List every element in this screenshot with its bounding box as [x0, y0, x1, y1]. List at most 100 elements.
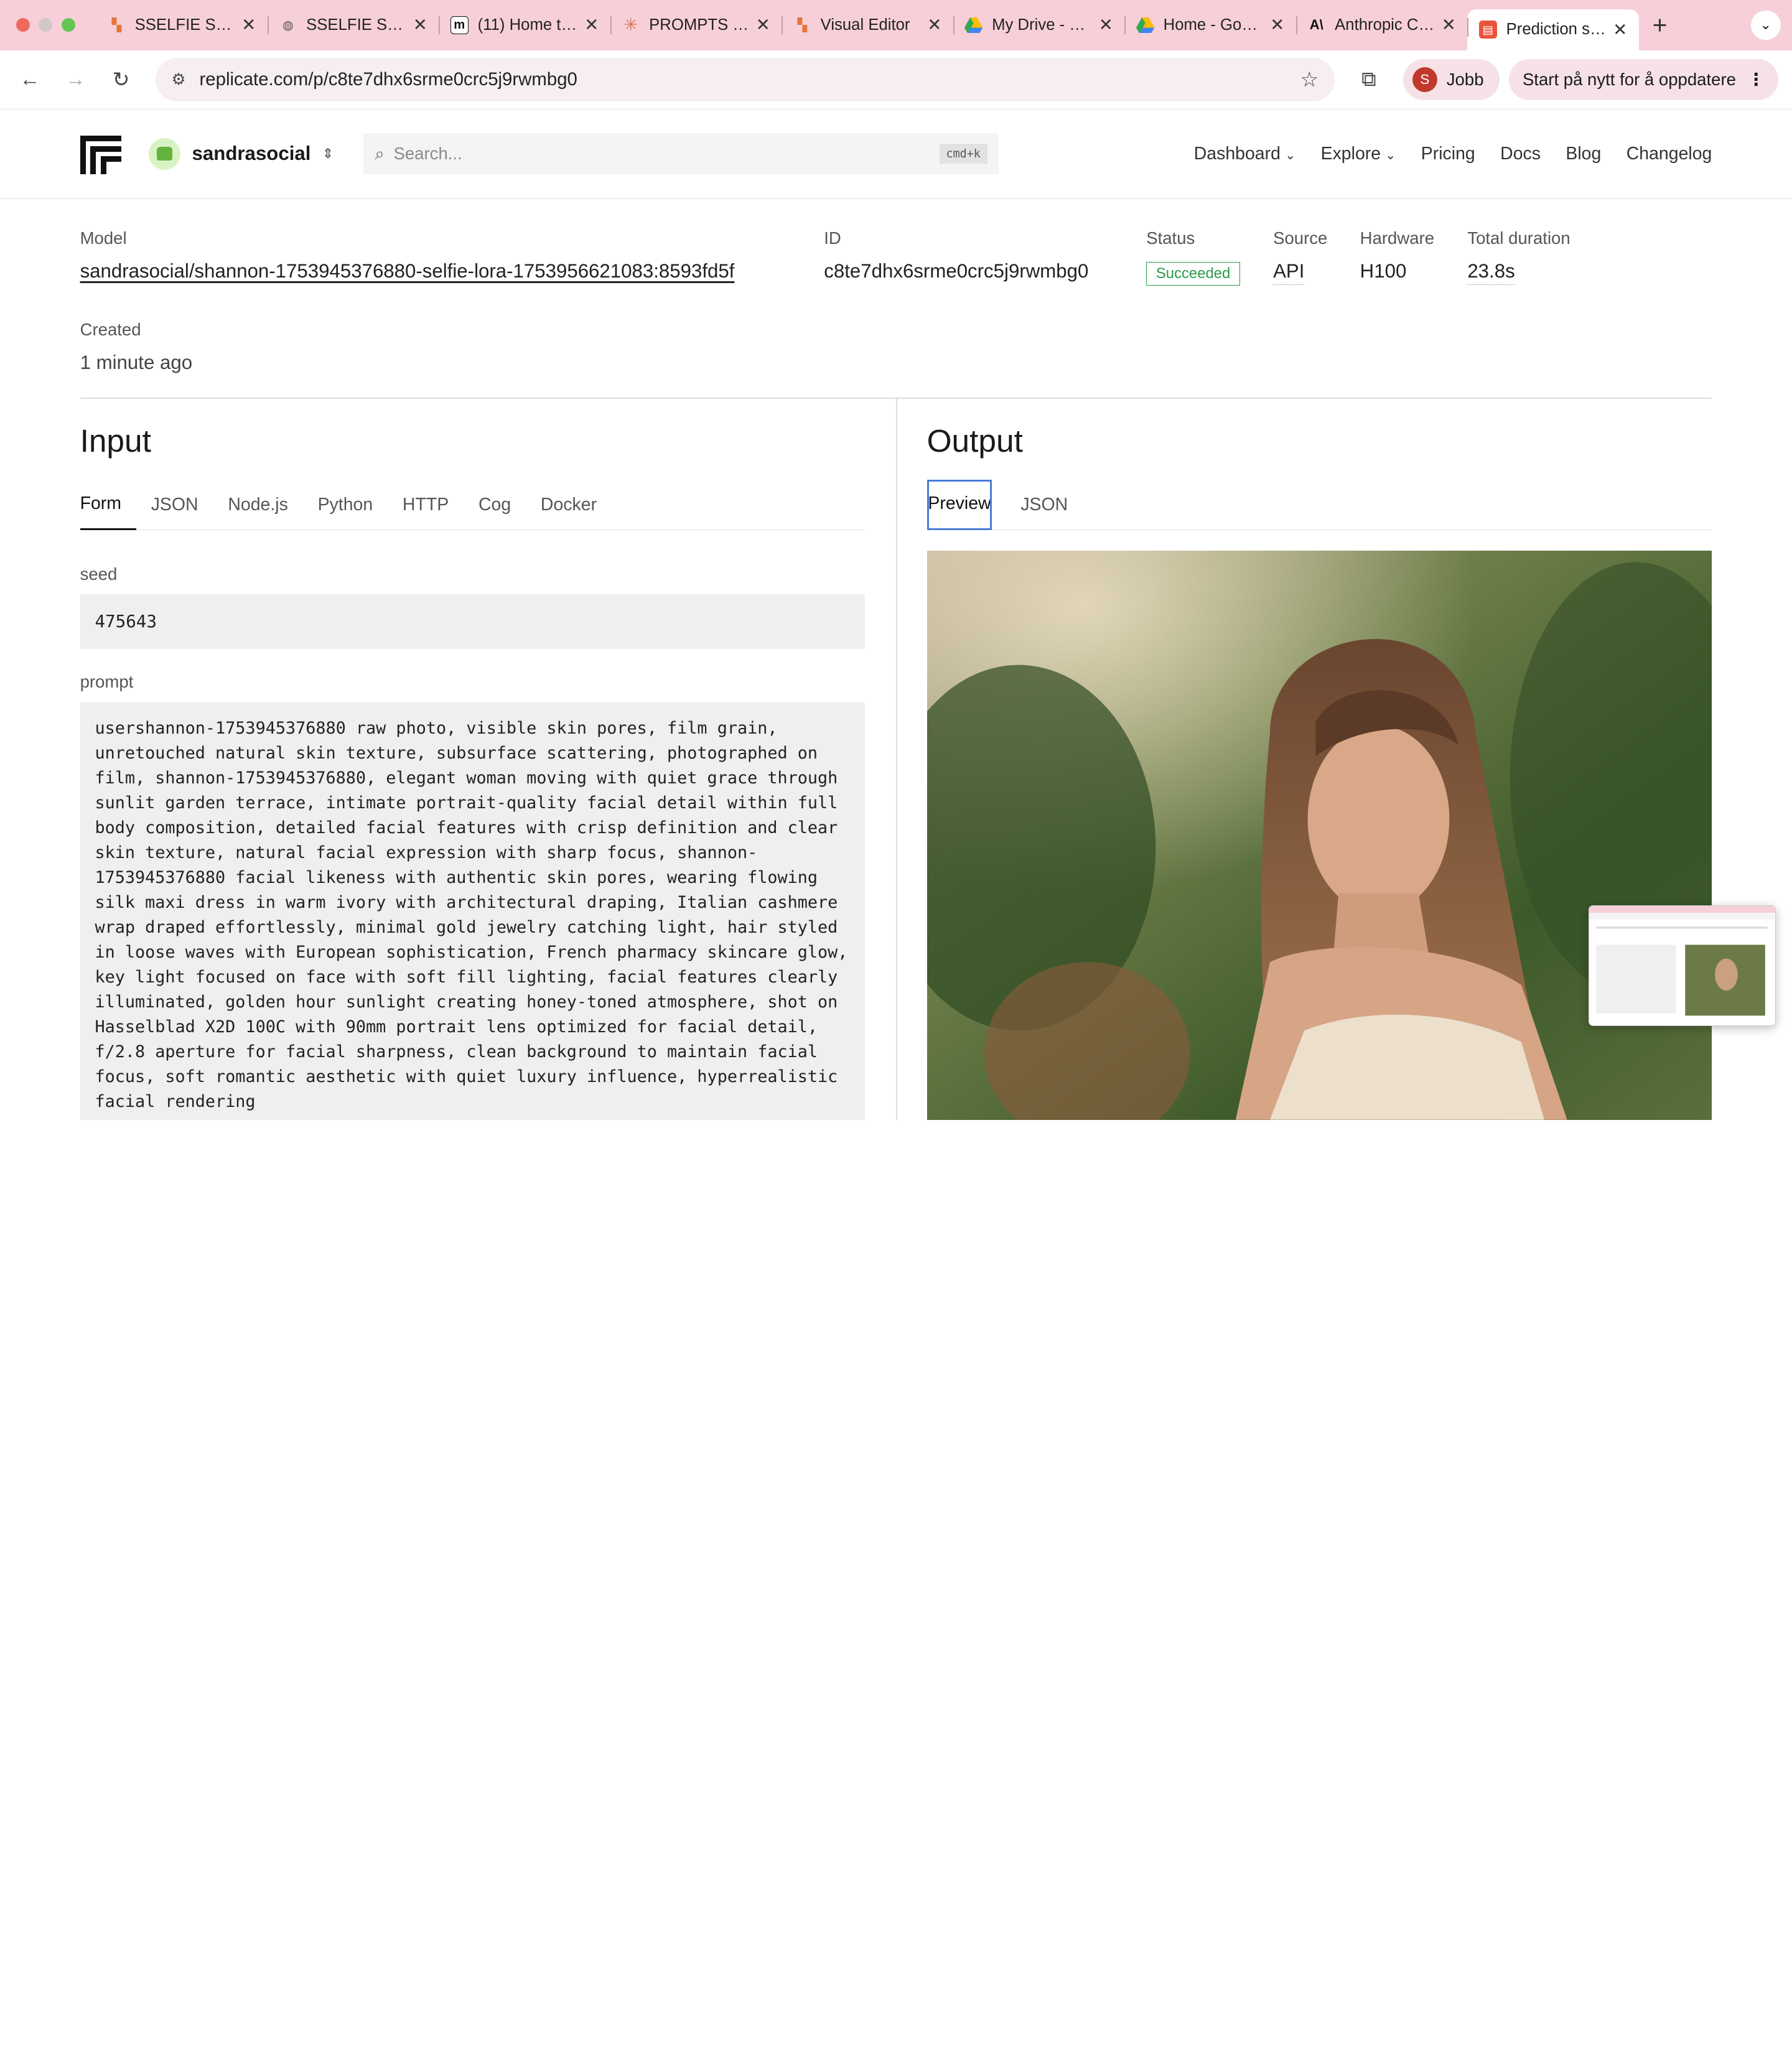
nav-explore[interactable]: Explore ⌄ [1321, 144, 1396, 164]
output-image[interactable] [926, 551, 1712, 1120]
prompt-field[interactable]: usershannon-1753945376880 raw photo, vis… [80, 702, 866, 1120]
nav-blog[interactable]: Blog [1566, 144, 1601, 164]
nav-label: Dashboard [1193, 143, 1281, 164]
nav-docs[interactable]: Docs [1500, 144, 1541, 164]
hardware-value: H100 [1360, 259, 1407, 282]
account-avatar [148, 138, 181, 170]
replicate-logo-icon[interactable] [80, 133, 121, 175]
minimize-window-button[interactable] [39, 18, 53, 32]
nav-dashboard[interactable]: Dashboard ⌄ [1194, 144, 1295, 164]
source-field: Source API [1273, 228, 1328, 286]
m-favicon-icon: m [450, 16, 469, 35]
source-label: Source [1273, 228, 1328, 248]
prediction-id: c8te7dhx6srme0crc5j9rwmbg0 [824, 259, 1089, 282]
browser-tab[interactable]: My Drive - Google ✕ [953, 7, 1125, 44]
screenshot-preview-thumbnail[interactable] [1589, 905, 1776, 1027]
status-badge: Succeeded [1146, 262, 1240, 286]
reload-icon[interactable]: ↻ [105, 67, 137, 92]
profile-button[interactable]: S Jobb [1403, 59, 1500, 101]
nav-changelog[interactable]: Changelog [1626, 144, 1712, 164]
tab-label: (11) Home task [477, 16, 578, 34]
maximize-window-button[interactable] [62, 18, 76, 32]
browser-tab-active[interactable]: ▤ Prediction status ✕ [1467, 9, 1639, 50]
created-label: Created [80, 320, 141, 340]
close-icon[interactable]: ✕ [1270, 15, 1284, 35]
input-panel: Input Form JSON Node.js Python HTTP Cog … [80, 399, 866, 1120]
search-placeholder: Search... [393, 144, 462, 164]
tab-json[interactable]: JSON [136, 480, 213, 530]
chevron-down-icon[interactable]: ⌄ [1750, 10, 1781, 40]
browser-toolbar: ← → ↻ ⚙ replicate.com/p/c8te7dhx6srme0cr… [0, 50, 1792, 110]
address-bar[interactable]: ⚙ replicate.com/p/c8te7dhx6srme0crc5j9rw… [155, 58, 1335, 101]
close-icon[interactable]: ✕ [241, 15, 256, 35]
browser-tab[interactable]: ▚ Visual Editor ✕ [782, 7, 953, 44]
replicate-favicon-icon: ▤ [1478, 21, 1497, 39]
tab-docker[interactable]: Docker [526, 480, 612, 530]
claude-favicon-icon: ✳ [623, 15, 638, 35]
site-settings-icon[interactable]: ⚙ [171, 70, 185, 89]
account-name: sandrasocial [192, 142, 311, 165]
close-icon[interactable]: ✕ [413, 15, 427, 35]
close-window-button[interactable] [16, 18, 30, 32]
search-input[interactable]: ⌕ Search... cmd+k [363, 133, 999, 175]
browser-tab[interactable]: Home - Google ✕ [1124, 7, 1296, 44]
tab-nodejs[interactable]: Node.js [213, 480, 302, 530]
browser-tab[interactable]: A\ Anthropic Console ✕ [1295, 7, 1468, 44]
close-icon[interactable]: ✕ [756, 15, 770, 35]
avatar: S [1412, 67, 1438, 93]
tab-label: My Drive - Google [992, 16, 1092, 34]
tab-preview[interactable]: Preview [926, 480, 992, 530]
model-field: Model sandrasocial/shannon-1753945376880… [80, 228, 735, 282]
browser-window: ▚ SSELFIE STUDIO ✕ ◍ SSELFIE Studio ✕ m … [0, 0, 1792, 1120]
tab-label: SSELFIE Studio [306, 16, 406, 34]
restart-label: Start på nytt for å oppdatere [1522, 70, 1736, 90]
created-value: 1 minute ago [80, 351, 193, 373]
window-controls [16, 18, 76, 32]
new-tab-icon[interactable]: + [1653, 11, 1668, 40]
globe-icon: ◍ [282, 18, 294, 32]
close-icon[interactable]: ✕ [927, 15, 941, 35]
tab-label: PROMPTS - Claude [649, 16, 749, 34]
profile-name: Jobb [1446, 70, 1484, 90]
output-title: Output [926, 422, 1023, 459]
restart-update-button[interactable]: Start på nytt for å oppdatere ⋮ [1508, 59, 1778, 101]
seed-field[interactable]: 475643 [80, 594, 866, 650]
bookmark-star-icon[interactable]: ☆ [1300, 67, 1318, 92]
extensions-icon[interactable]: ⧉ [1348, 68, 1389, 91]
close-icon[interactable]: ✕ [1442, 15, 1456, 35]
google-drive-icon [964, 16, 983, 34]
tab-label: Anthropic Console [1335, 16, 1435, 34]
tab-strip: ▚ SSELFIE STUDIO ✕ ◍ SSELFIE Studio ✕ m … [0, 0, 1792, 50]
anthropic-icon: A\ [1309, 17, 1323, 33]
hardware-label: Hardware [1360, 228, 1435, 248]
status-field: Status Succeeded [1146, 228, 1240, 286]
tab-http[interactable]: HTTP [388, 480, 464, 530]
google-drive-icon [1136, 16, 1154, 34]
tab-label: Visual Editor [820, 16, 910, 34]
browser-tab[interactable]: ✳ PROMPTS - Claude ✕ [610, 7, 782, 44]
back-icon[interactable]: ← [14, 68, 45, 91]
tab-python[interactable]: Python [303, 480, 388, 530]
created-field: Created 1 minute ago [80, 320, 193, 373]
close-icon[interactable]: ✕ [1613, 20, 1627, 40]
more-menu-icon[interactable]: ⋮ [1747, 70, 1765, 90]
account-switcher[interactable]: sandrasocial ⇕ [148, 138, 334, 170]
url-text[interactable]: replicate.com/p/c8te7dhx6srme0crc5j9rwmb… [200, 69, 1300, 90]
model-label: Model [80, 228, 127, 248]
forward-icon[interactable]: → [59, 68, 91, 91]
duration-value[interactable]: 23.8s [1467, 260, 1515, 286]
browser-tab[interactable]: ▚ SSELFIE STUDIO ✕ [96, 7, 268, 44]
browser-tab[interactable]: m (11) Home task ✕ [439, 7, 610, 44]
tab-output-json[interactable]: JSON [992, 480, 1083, 530]
browser-tab[interactable]: ◍ SSELFIE Studio ✕ [267, 7, 439, 44]
column-divider [895, 399, 897, 1120]
close-icon[interactable]: ✕ [584, 15, 599, 35]
seed-label: seed [80, 564, 118, 584]
nav-pricing[interactable]: Pricing [1421, 144, 1475, 164]
model-link[interactable]: sandrasocial/shannon-1753945376880-selfi… [80, 260, 735, 282]
tab-form[interactable]: Form [80, 480, 136, 530]
tab-cog[interactable]: Cog [464, 480, 526, 530]
close-icon[interactable]: ✕ [1099, 15, 1113, 35]
input-title: Input [80, 422, 151, 459]
source-value[interactable]: API [1273, 260, 1305, 286]
